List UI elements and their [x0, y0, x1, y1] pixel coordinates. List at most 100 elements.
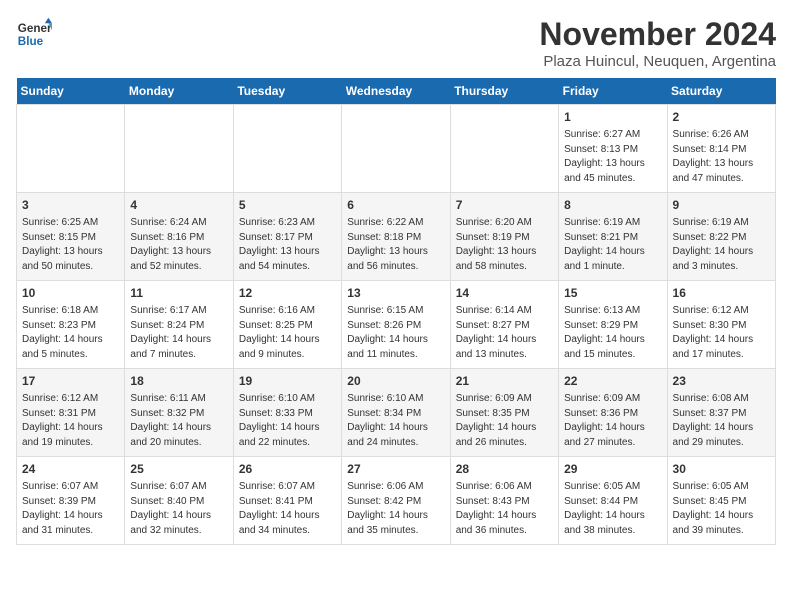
calendar-cell: 16Sunrise: 6:12 AM Sunset: 8:30 PM Dayli… [667, 281, 775, 369]
calendar-cell: 29Sunrise: 6:05 AM Sunset: 8:44 PM Dayli… [559, 457, 667, 545]
calendar-cell: 25 Sunrise: 6:07 AM Sunset: 8:40 PM Dayli… [125, 457, 233, 545]
day-number: 22 [564, 373, 661, 389]
day-info: Sunrise: 6:10 AM Sunset: 8:33 PM Dayligh… [239, 393, 320, 448]
day-info: Sunrise: 6:13 AM Sunset: 8:29 PM Dayligh… [564, 305, 645, 360]
day-number: 28 [456, 461, 553, 477]
calendar-cell: 11 Sunrise: 6:17 AM Sunset: 8:24 PM Dayli… [125, 281, 233, 369]
day-info: Sunrise: 6:24 AM Sunset: 8:16 PM Dayligh… [130, 217, 211, 272]
calendar-cell: 21 Sunrise: 6:09 AM Sunset: 8:35 PM Dayli… [450, 369, 558, 457]
calendar-week-row: 17 Sunrise: 6:12 AM Sunset: 8:31 PM Dayli… [17, 369, 776, 457]
header: General Blue November 2024 Plaza Huincul… [16, 16, 776, 70]
day-info: Sunrise: 6:26 AM Sunset: 8:14 PM Dayligh… [673, 129, 754, 184]
calendar-cell: 15 Sunrise: 6:13 AM Sunset: 8:29 PM Dayli… [559, 281, 667, 369]
day-info: Sunrise: 6:14 AM Sunset: 8:27 PM Dayligh… [456, 305, 537, 360]
day-info: Sunrise: 6:09 AM Sunset: 8:36 PM Dayligh… [564, 393, 645, 448]
calendar-cell [125, 105, 233, 193]
day-number: 14 [456, 285, 553, 301]
day-info: Sunrise: 6:18 AM Sunset: 8:23 PM Dayligh… [22, 305, 103, 360]
day-info: Sunrise: 6:20 AM Sunset: 8:19 PM Dayligh… [456, 217, 537, 272]
calendar-cell [17, 105, 125, 193]
day-number: 8 [564, 197, 661, 213]
page-title: November 2024 [539, 16, 776, 53]
day-info: Sunrise: 6:19 AM Sunset: 8:22 PM Dayligh… [673, 217, 754, 272]
day-info: Sunrise: 6:17 AM Sunset: 8:24 PM Dayligh… [130, 305, 211, 360]
calendar-table: SundayMondayTuesdayWednesdayThursdayFrid… [16, 78, 776, 545]
calendar-cell: 19Sunrise: 6:10 AM Sunset: 8:33 PM Dayli… [233, 369, 341, 457]
day-number: 30 [673, 461, 770, 477]
svg-text:Blue: Blue [18, 35, 44, 48]
header-thursday: Thursday [450, 78, 558, 105]
day-number: 7 [456, 197, 553, 213]
calendar-cell: 4 Sunrise: 6:24 AM Sunset: 8:16 PM Daylig… [125, 193, 233, 281]
day-info: Sunrise: 6:15 AM Sunset: 8:26 PM Dayligh… [347, 305, 428, 360]
logo: General Blue [16, 16, 52, 52]
day-info: Sunrise: 6:19 AM Sunset: 8:21 PM Dayligh… [564, 217, 645, 272]
day-info: Sunrise: 6:11 AM Sunset: 8:32 PM Dayligh… [130, 393, 211, 448]
day-number: 12 [239, 285, 336, 301]
calendar-cell: 10 Sunrise: 6:18 AM Sunset: 8:23 PM Dayli… [17, 281, 125, 369]
calendar-cell: 7 Sunrise: 6:20 AM Sunset: 8:19 PM Daylig… [450, 193, 558, 281]
day-number: 21 [456, 373, 553, 389]
calendar-cell: 27 Sunrise: 6:06 AM Sunset: 8:42 PM Dayli… [342, 457, 450, 545]
calendar-cell: 13Sunrise: 6:15 AM Sunset: 8:26 PM Dayli… [342, 281, 450, 369]
header-friday: Friday [559, 78, 667, 105]
day-info: Sunrise: 6:07 AM Sunset: 8:39 PM Dayligh… [22, 481, 103, 536]
day-number: 10 [22, 285, 119, 301]
day-number: 20 [347, 373, 444, 389]
logo-icon: General Blue [16, 16, 52, 52]
day-info: Sunrise: 6:09 AM Sunset: 8:35 PM Dayligh… [456, 393, 537, 448]
calendar-week-row: 1Sunrise: 6:27 AM Sunset: 8:13 PM Daylig… [17, 105, 776, 193]
day-info: Sunrise: 6:06 AM Sunset: 8:42 PM Dayligh… [347, 481, 428, 536]
day-info: Sunrise: 6:25 AM Sunset: 8:15 PM Dayligh… [22, 217, 103, 272]
day-info: Sunrise: 6:06 AM Sunset: 8:43 PM Dayligh… [456, 481, 537, 536]
day-number: 4 [130, 197, 227, 213]
day-number: 16 [673, 285, 770, 301]
calendar-cell: 18 Sunrise: 6:11 AM Sunset: 8:32 PM Dayli… [125, 369, 233, 457]
calendar-header: SundayMondayTuesdayWednesdayThursdayFrid… [17, 78, 776, 105]
calendar-cell: 6Sunrise: 6:22 AM Sunset: 8:18 PM Daylig… [342, 193, 450, 281]
calendar-week-row: 3Sunrise: 6:25 AM Sunset: 8:15 PM Daylig… [17, 193, 776, 281]
calendar-cell: 23Sunrise: 6:08 AM Sunset: 8:37 PM Dayli… [667, 369, 775, 457]
calendar-cell: 1Sunrise: 6:27 AM Sunset: 8:13 PM Daylig… [559, 105, 667, 193]
header-saturday: Saturday [667, 78, 775, 105]
day-number: 2 [673, 109, 770, 125]
calendar-cell: 14 Sunrise: 6:14 AM Sunset: 8:27 PM Dayli… [450, 281, 558, 369]
header-tuesday: Tuesday [233, 78, 341, 105]
day-info: Sunrise: 6:22 AM Sunset: 8:18 PM Dayligh… [347, 217, 428, 272]
calendar-cell: 28 Sunrise: 6:06 AM Sunset: 8:43 PM Dayli… [450, 457, 558, 545]
day-number: 29 [564, 461, 661, 477]
day-info: Sunrise: 6:08 AM Sunset: 8:37 PM Dayligh… [673, 393, 754, 448]
header-monday: Monday [125, 78, 233, 105]
day-number: 17 [22, 373, 119, 389]
header-wednesday: Wednesday [342, 78, 450, 105]
day-number: 15 [564, 285, 661, 301]
page-subtitle: Plaza Huincul, Neuquen, Argentina [539, 53, 776, 70]
calendar-cell [342, 105, 450, 193]
calendar-week-row: 24Sunrise: 6:07 AM Sunset: 8:39 PM Dayli… [17, 457, 776, 545]
day-number: 9 [673, 197, 770, 213]
day-number: 27 [347, 461, 444, 477]
calendar-cell: 9 Sunrise: 6:19 AM Sunset: 8:22 PM Daylig… [667, 193, 775, 281]
day-info: Sunrise: 6:12 AM Sunset: 8:31 PM Dayligh… [22, 393, 103, 448]
day-number: 1 [564, 109, 661, 125]
calendar-cell: 24Sunrise: 6:07 AM Sunset: 8:39 PM Dayli… [17, 457, 125, 545]
day-number: 25 [130, 461, 227, 477]
calendar-cell: 12 Sunrise: 6:16 AM Sunset: 8:25 PM Dayli… [233, 281, 341, 369]
day-number: 18 [130, 373, 227, 389]
header-sunday: Sunday [17, 78, 125, 105]
header-row: SundayMondayTuesdayWednesdayThursdayFrid… [17, 78, 776, 105]
calendar-cell: 5Sunrise: 6:23 AM Sunset: 8:17 PM Daylig… [233, 193, 341, 281]
calendar-cell [450, 105, 558, 193]
calendar-cell [233, 105, 341, 193]
calendar-body: 1Sunrise: 6:27 AM Sunset: 8:13 PM Daylig… [17, 105, 776, 545]
day-info: Sunrise: 6:07 AM Sunset: 8:40 PM Dayligh… [130, 481, 211, 536]
day-number: 11 [130, 285, 227, 301]
calendar-cell: 2 Sunrise: 6:26 AM Sunset: 8:14 PM Daylig… [667, 105, 775, 193]
title-section: November 2024 Plaza Huincul, Neuquen, Ar… [539, 16, 776, 70]
svg-text:General: General [18, 22, 52, 35]
day-info: Sunrise: 6:16 AM Sunset: 8:25 PM Dayligh… [239, 305, 320, 360]
calendar-cell: 3Sunrise: 6:25 AM Sunset: 8:15 PM Daylig… [17, 193, 125, 281]
calendar-cell: 26Sunrise: 6:07 AM Sunset: 8:41 PM Dayli… [233, 457, 341, 545]
day-number: 5 [239, 197, 336, 213]
calendar-cell: 30Sunrise: 6:05 AM Sunset: 8:45 PM Dayli… [667, 457, 775, 545]
